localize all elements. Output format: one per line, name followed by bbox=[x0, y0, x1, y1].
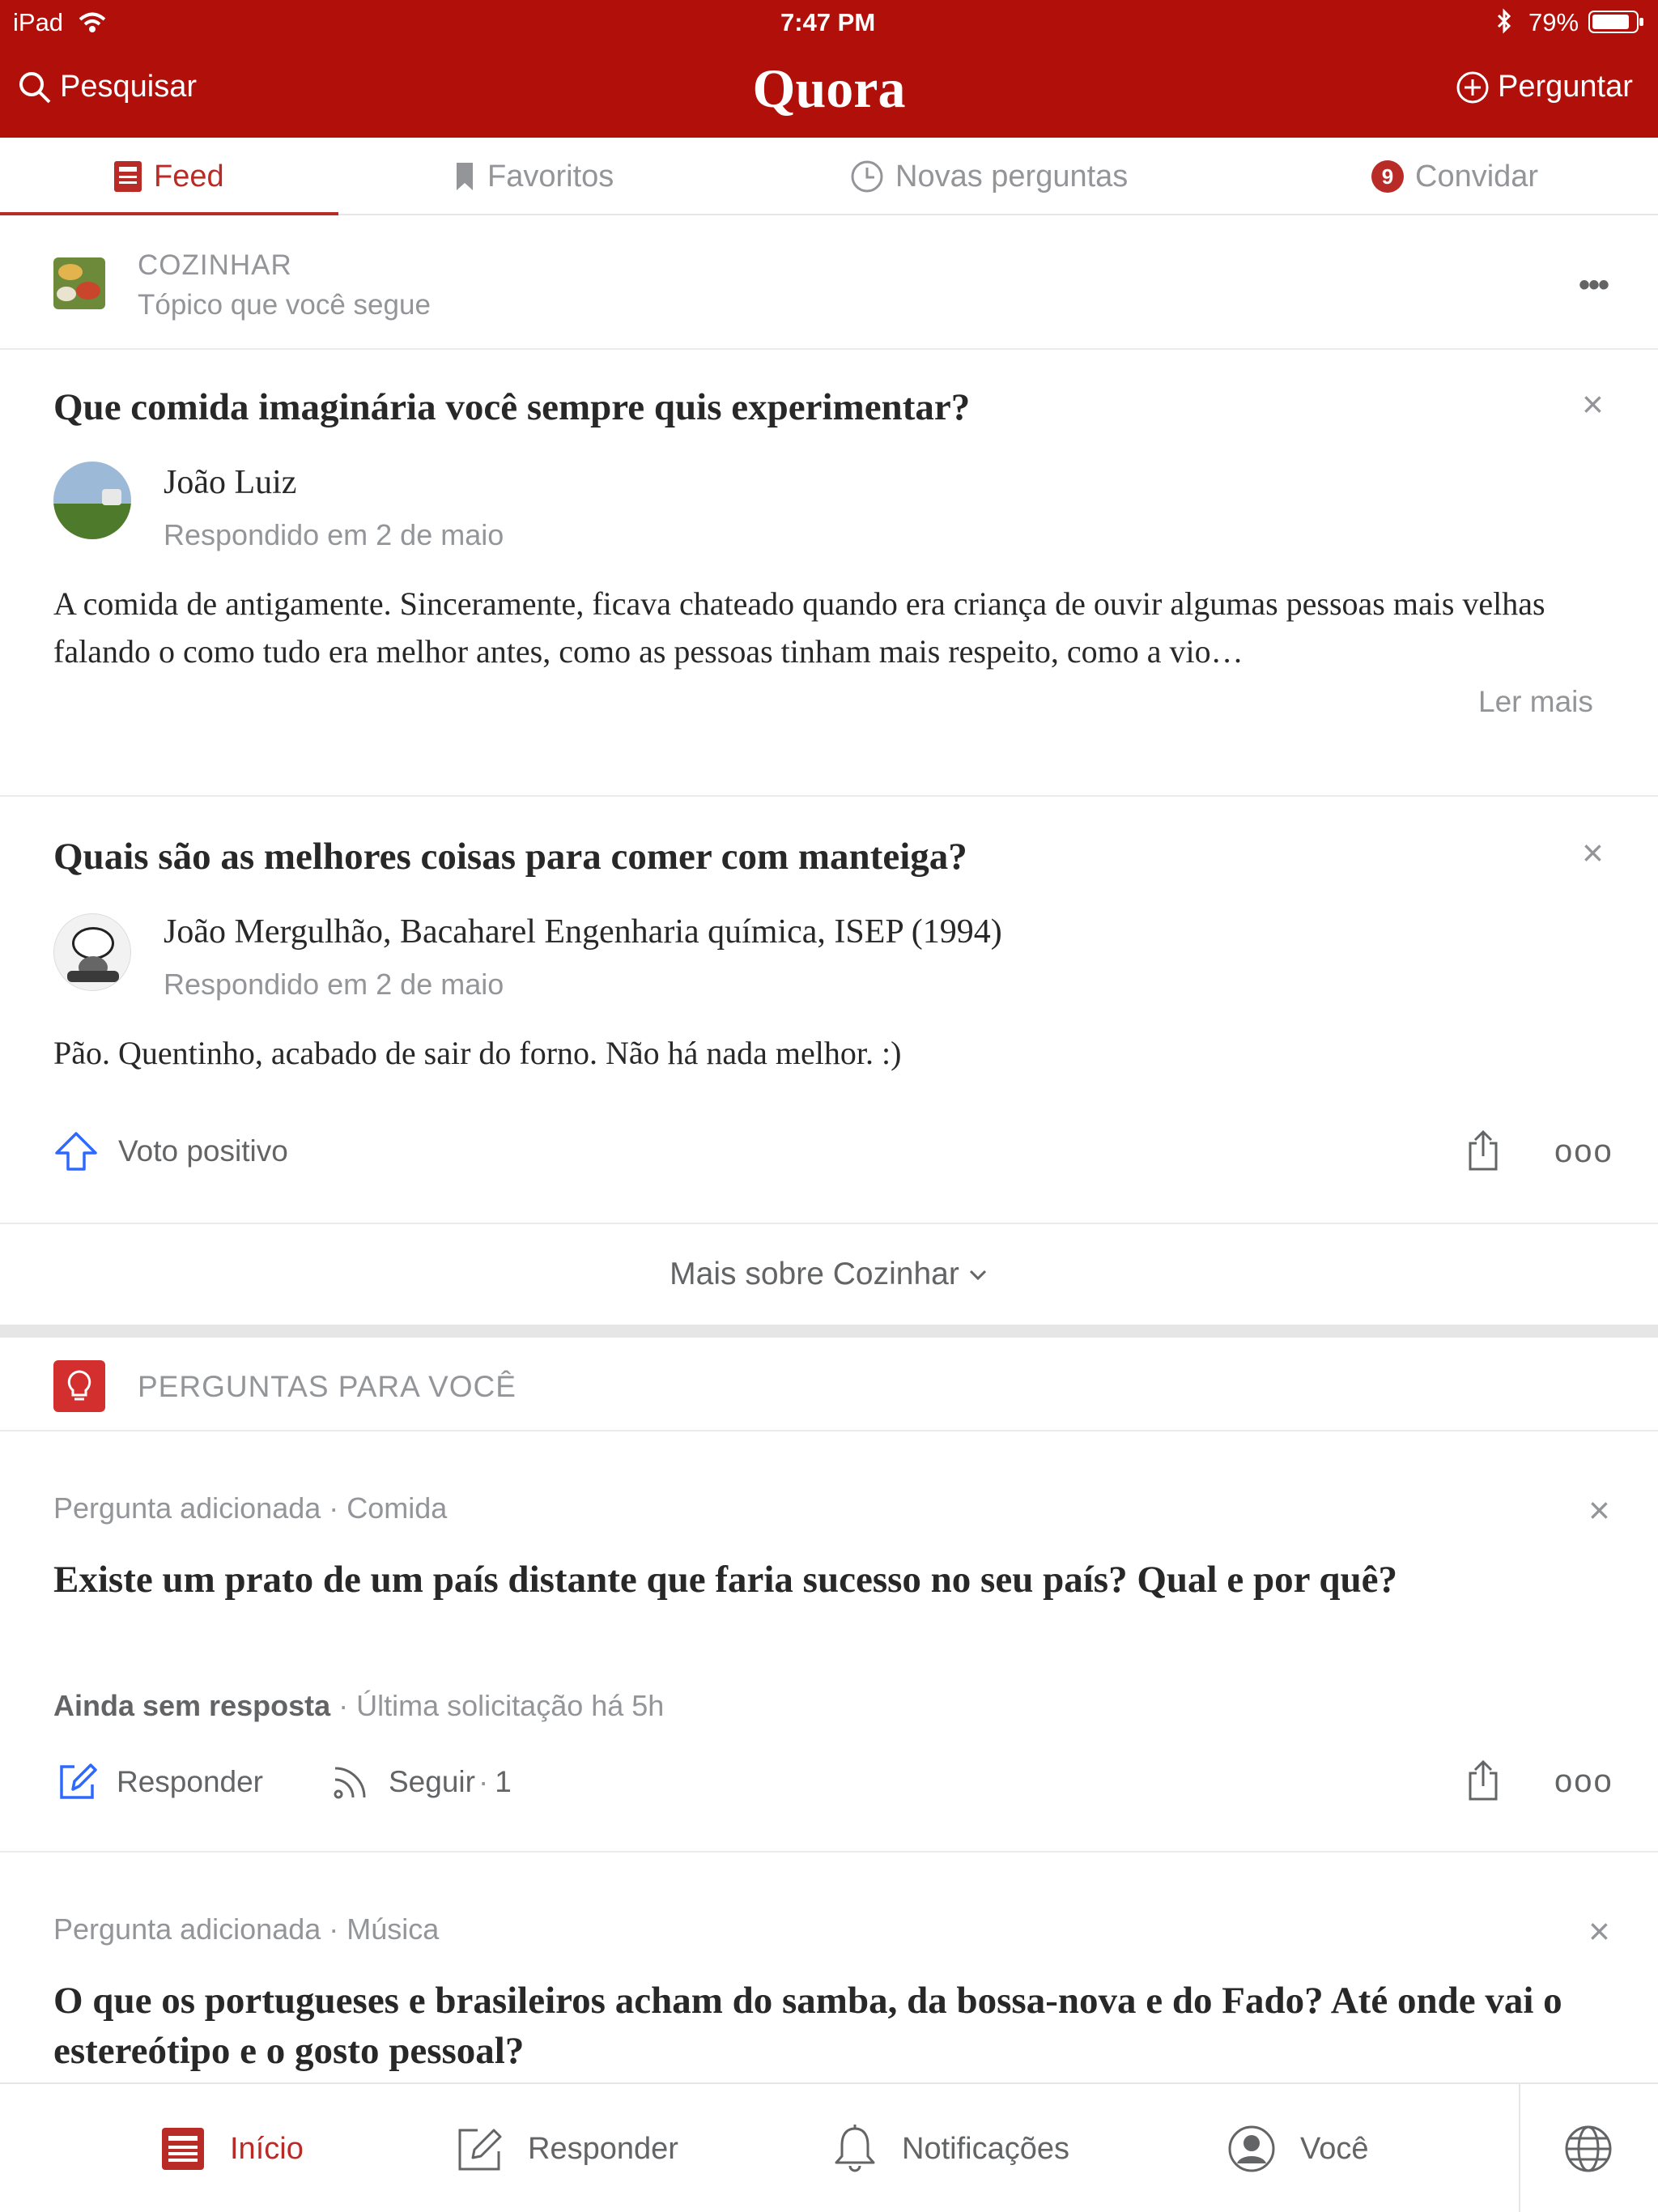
nav-notifications[interactable]: Notificações bbox=[832, 2084, 1069, 2212]
tab-favorites-label: Favoritos bbox=[487, 159, 614, 194]
question-meta-topic[interactable]: Música bbox=[346, 1912, 439, 1946]
feed-icon bbox=[114, 161, 142, 192]
nav-answer-label: Responder bbox=[528, 2131, 678, 2166]
nav-notifications-label: Notificações bbox=[902, 2131, 1069, 2166]
answer-question-title[interactable]: Que comida imaginária você sempre quis e… bbox=[53, 382, 970, 432]
share-icon[interactable] bbox=[1465, 1759, 1501, 1802]
question-meta: Pergunta adicionada · Música bbox=[53, 1912, 440, 1946]
answer-question-title[interactable]: Quais são as melhores coisas para comer … bbox=[53, 832, 967, 882]
divider bbox=[0, 1430, 1658, 1431]
dismiss-icon[interactable]: × bbox=[1582, 834, 1604, 871]
pencil-icon bbox=[458, 2129, 502, 2171]
more-about-label: Mais sobre Cozinhar bbox=[670, 1257, 959, 1291]
question-meta-prefix: Pergunta adicionada bbox=[53, 1912, 321, 1946]
bookmark-icon bbox=[457, 163, 473, 190]
divider bbox=[0, 795, 1658, 797]
answer-date[interactable]: Respondido em 2 de maio bbox=[164, 518, 504, 552]
globe-icon bbox=[1565, 2125, 1612, 2172]
question-meta: Pergunta adicionada · Comida bbox=[53, 1491, 448, 1525]
bluetooth-icon bbox=[1497, 8, 1511, 34]
chevron-down-icon bbox=[969, 1270, 986, 1281]
ask-button[interactable]: Perguntar bbox=[1456, 70, 1633, 104]
read-more-link[interactable]: Ler mais bbox=[1478, 685, 1593, 719]
question-title[interactable]: O que os portugueses e brasileiros acham… bbox=[53, 1976, 1600, 2076]
answer-date[interactable]: Respondido em 2 de maio bbox=[164, 968, 504, 1002]
clock-icon bbox=[851, 160, 883, 193]
wifi-icon bbox=[79, 12, 106, 32]
battery-percent: 79% bbox=[1528, 8, 1579, 36]
more-about-topic-link[interactable]: Mais sobre Cozinhar bbox=[0, 1224, 1658, 1325]
tab-feed-label: Feed bbox=[154, 159, 224, 194]
nav-divider bbox=[1519, 2084, 1520, 2212]
tab-active-indicator bbox=[0, 212, 338, 215]
nav-profile[interactable]: Você bbox=[1227, 2084, 1369, 2212]
status-device: iPad bbox=[13, 8, 64, 36]
invite-badge: 9 bbox=[1371, 160, 1404, 193]
question-status: Ainda sem resposta bbox=[53, 1689, 331, 1722]
dismiss-icon[interactable]: × bbox=[1588, 1491, 1610, 1529]
follow-label: Seguir bbox=[389, 1765, 475, 1798]
nav-home-label: Início bbox=[230, 2131, 304, 2166]
status-time: 7:47 PM bbox=[780, 8, 876, 36]
share-icon[interactable] bbox=[1465, 1129, 1501, 1172]
topic-more-menu[interactable]: ••• bbox=[1579, 267, 1609, 304]
feed-tabs: Feed Favoritos Novas perguntas 9 Convida… bbox=[0, 138, 1658, 215]
profile-icon bbox=[1228, 2125, 1275, 2172]
dismiss-icon[interactable]: × bbox=[1588, 1912, 1610, 1950]
lightbulb-icon bbox=[53, 1360, 105, 1412]
more-options-icon[interactable]: ooo bbox=[1554, 1134, 1613, 1170]
divider bbox=[0, 348, 1658, 350]
tab-new-questions-label: Novas perguntas bbox=[895, 159, 1129, 194]
tab-favorites[interactable]: Favoritos bbox=[453, 138, 614, 215]
upvote-arrow-icon bbox=[55, 1132, 97, 1171]
home-icon bbox=[162, 2128, 204, 2170]
bottom-navigation: Início Responder Notificações Você bbox=[0, 2082, 1658, 2212]
avatar[interactable] bbox=[53, 462, 131, 539]
answer-label: Responder bbox=[117, 1765, 264, 1798]
upvote-button[interactable]: Voto positivo bbox=[53, 1130, 288, 1172]
nav-answer[interactable]: Responder bbox=[457, 2084, 678, 2212]
answer-button[interactable]: Responder bbox=[57, 1762, 263, 1802]
section-divider bbox=[0, 1325, 1658, 1338]
nav-profile-label: Você bbox=[1300, 2131, 1369, 2166]
answer-text[interactable]: Pão. Quentinho, acabado de sair do forno… bbox=[53, 1029, 1600, 1077]
nav-home[interactable]: Início bbox=[160, 2084, 304, 2212]
answer-text[interactable]: A comida de antigamente. Sinceramente, f… bbox=[53, 580, 1600, 675]
quora-logo[interactable]: Quora bbox=[0, 57, 1658, 121]
question-title[interactable]: Existe um prato de um país distante que … bbox=[53, 1555, 1600, 1605]
battery-icon bbox=[1588, 11, 1643, 33]
question-meta-topic[interactable]: Comida bbox=[346, 1491, 447, 1525]
tab-invite-label: Convidar bbox=[1415, 159, 1539, 194]
bell-icon bbox=[835, 2125, 875, 2172]
pencil-icon bbox=[60, 1763, 97, 1799]
answer-author[interactable]: João Mergulhão, Bacaharel Engenharia quí… bbox=[164, 912, 1002, 951]
plus-circle-icon bbox=[1456, 71, 1489, 103]
section-title: PERGUNTAS PARA VOCÊ bbox=[138, 1370, 517, 1403]
app-header: iPad 7:47 PM 79% Pesquisar Quora Pergunt… bbox=[0, 0, 1658, 138]
topic-subtitle: Tópico que você segue bbox=[138, 289, 431, 321]
question-status-line: Ainda sem resposta · Última solicitação … bbox=[53, 1689, 665, 1722]
follow-count: 1 bbox=[495, 1765, 512, 1798]
ask-label: Perguntar bbox=[1498, 70, 1633, 104]
topic-name[interactable]: COZINHAR bbox=[138, 249, 292, 282]
question-last-request: Última solicitação há 5h bbox=[356, 1689, 665, 1722]
tab-new-questions[interactable]: Novas perguntas bbox=[850, 138, 1128, 215]
dismiss-icon[interactable]: × bbox=[1582, 385, 1604, 423]
avatar[interactable] bbox=[53, 913, 131, 991]
nav-language[interactable] bbox=[1564, 2084, 1613, 2212]
tab-invite[interactable]: 9 Convidar bbox=[1371, 138, 1538, 215]
follow-button[interactable]: Seguir · 1 bbox=[332, 1763, 512, 1801]
more-options-icon[interactable]: ooo bbox=[1554, 1763, 1613, 1800]
upvote-label: Voto positivo bbox=[118, 1134, 288, 1168]
topic-image[interactable] bbox=[53, 257, 105, 309]
rss-follow-icon bbox=[334, 1767, 366, 1799]
answer-author[interactable]: João Luiz bbox=[164, 463, 296, 502]
question-meta-prefix: Pergunta adicionada bbox=[53, 1491, 321, 1525]
tab-feed[interactable]: Feed bbox=[113, 138, 224, 215]
divider bbox=[0, 1851, 1658, 1853]
